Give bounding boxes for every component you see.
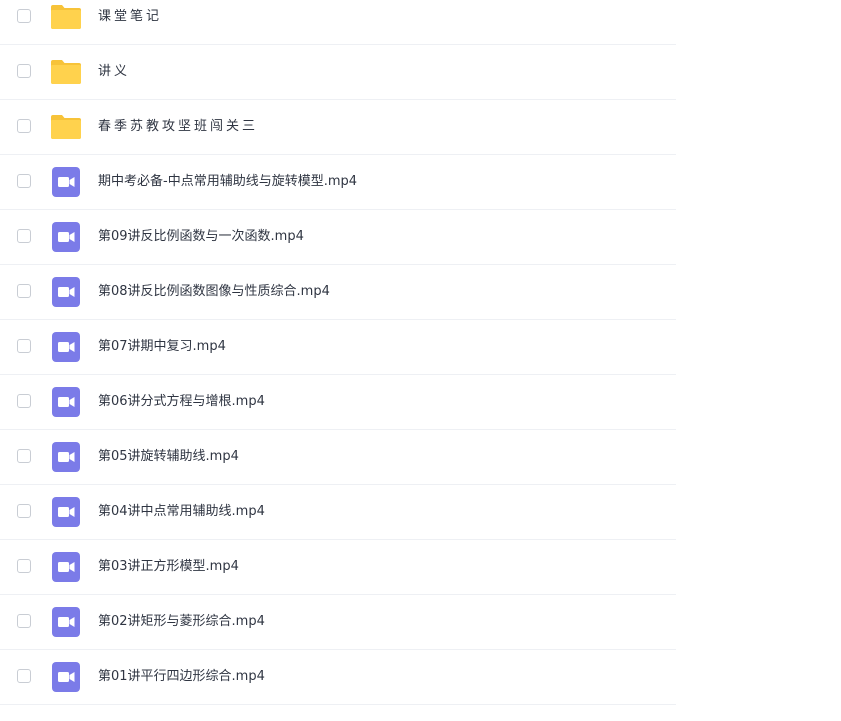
video-file-row[interactable]: 期中考必备-中点常用辅助线与旋转模型.mp4 bbox=[0, 155, 676, 210]
file-name[interactable]: 期中考必备-中点常用辅助线与旋转模型.mp4 bbox=[98, 155, 357, 209]
file-name[interactable]: 讲义 bbox=[98, 45, 130, 99]
video-file-row[interactable]: 第01讲平行四边形综合.mp4 bbox=[0, 650, 676, 705]
row-checkbox[interactable] bbox=[17, 339, 31, 353]
folder-row[interactable]: 春季苏教攻坚班闯关三 bbox=[0, 100, 676, 155]
video-file-row[interactable]: 第04讲中点常用辅助线.mp4 bbox=[0, 485, 676, 540]
video-file-row[interactable]: 第07讲期中复习.mp4 bbox=[0, 320, 676, 375]
row-checkbox[interactable] bbox=[17, 504, 31, 518]
video-file-icon bbox=[50, 551, 82, 583]
folder-icon bbox=[50, 1, 82, 33]
file-name[interactable]: 第01讲平行四边形综合.mp4 bbox=[98, 650, 265, 704]
row-checkbox[interactable] bbox=[17, 119, 31, 133]
video-file-icon bbox=[50, 386, 82, 418]
file-name[interactable]: 春季苏教攻坚班闯关三 bbox=[98, 100, 258, 154]
video-file-icon bbox=[50, 441, 82, 473]
video-file-row[interactable]: 第05讲旋转辅助线.mp4 bbox=[0, 430, 676, 485]
video-file-icon bbox=[50, 496, 82, 528]
row-checkbox[interactable] bbox=[17, 229, 31, 243]
file-name[interactable]: 第02讲矩形与菱形综合.mp4 bbox=[98, 595, 265, 649]
video-file-row[interactable]: 第02讲矩形与菱形综合.mp4 bbox=[0, 595, 676, 650]
file-name[interactable]: 第07讲期中复习.mp4 bbox=[98, 320, 226, 374]
video-file-icon bbox=[50, 661, 82, 693]
row-checkbox[interactable] bbox=[17, 64, 31, 78]
file-name[interactable]: 课堂笔记 bbox=[98, 0, 162, 44]
folder-row[interactable]: 课堂笔记 bbox=[0, 0, 676, 45]
row-checkbox[interactable] bbox=[17, 669, 31, 683]
video-file-row[interactable]: 第09讲反比例函数与一次函数.mp4 bbox=[0, 210, 676, 265]
file-name[interactable]: 第03讲正方形模型.mp4 bbox=[98, 540, 239, 594]
folder-icon bbox=[50, 56, 82, 88]
video-file-icon bbox=[50, 276, 82, 308]
row-checkbox[interactable] bbox=[17, 9, 31, 23]
video-file-icon bbox=[50, 331, 82, 363]
row-checkbox[interactable] bbox=[17, 614, 31, 628]
row-checkbox[interactable] bbox=[17, 174, 31, 188]
folder-icon bbox=[50, 111, 82, 143]
folder-row[interactable]: 讲义 bbox=[0, 45, 676, 100]
video-file-row[interactable]: 第08讲反比例函数图像与性质综合.mp4 bbox=[0, 265, 676, 320]
video-file-row[interactable]: 第06讲分式方程与增根.mp4 bbox=[0, 375, 676, 430]
video-file-icon bbox=[50, 606, 82, 638]
file-list: 课堂笔记 讲义 春季苏教攻坚班闯关三 期中考必备-中点常用辅助线与旋转模型.mp… bbox=[0, 0, 676, 705]
file-name[interactable]: 第08讲反比例函数图像与性质综合.mp4 bbox=[98, 265, 330, 319]
file-name[interactable]: 第04讲中点常用辅助线.mp4 bbox=[98, 485, 265, 539]
file-name[interactable]: 第06讲分式方程与增根.mp4 bbox=[98, 375, 265, 429]
file-name[interactable]: 第09讲反比例函数与一次函数.mp4 bbox=[98, 210, 304, 264]
video-file-icon bbox=[50, 166, 82, 198]
file-name[interactable]: 第05讲旋转辅助线.mp4 bbox=[98, 430, 239, 484]
row-checkbox[interactable] bbox=[17, 559, 31, 573]
row-checkbox[interactable] bbox=[17, 449, 31, 463]
row-checkbox[interactable] bbox=[17, 284, 31, 298]
video-file-row[interactable]: 第03讲正方形模型.mp4 bbox=[0, 540, 676, 595]
video-file-icon bbox=[50, 221, 82, 253]
row-checkbox[interactable] bbox=[17, 394, 31, 408]
